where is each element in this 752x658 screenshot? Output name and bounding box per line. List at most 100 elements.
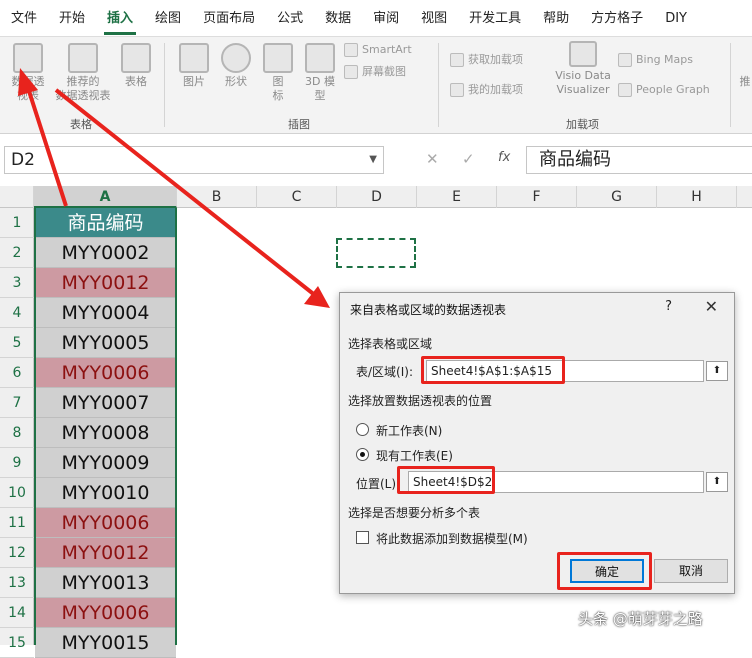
- column-header-d[interactable]: D: [337, 186, 417, 208]
- data-model-label[interactable]: 将此数据添加到数据模型(M): [376, 530, 528, 547]
- row-header[interactable]: 5: [0, 328, 34, 358]
- check-icon[interactable]: ✓: [462, 150, 475, 168]
- shapes-button[interactable]: 形状: [218, 43, 254, 89]
- range-collapse-icon[interactable]: ⬆: [706, 361, 728, 381]
- menu-file[interactable]: 文件: [0, 0, 48, 36]
- row-header[interactable]: 9: [0, 448, 34, 478]
- column-header-e[interactable]: E: [417, 186, 497, 208]
- row-header[interactable]: 2: [0, 238, 34, 268]
- column-header-a[interactable]: A: [34, 186, 177, 208]
- ribbon-separator: [730, 43, 731, 127]
- group-table-label: 表格: [70, 118, 92, 131]
- existing-sheet-radio[interactable]: [356, 448, 369, 461]
- menu-home[interactable]: 开始: [48, 0, 96, 36]
- pivot-table-button[interactable]: 数据透 视表: [6, 43, 50, 103]
- cell-a5[interactable]: MYY0005: [35, 328, 176, 358]
- function-icon[interactable]: fx: [498, 150, 510, 165]
- cell-a11[interactable]: MYY0006: [35, 508, 176, 538]
- cell-a2[interactable]: MYY0002: [35, 238, 176, 268]
- menu-view[interactable]: 视图: [410, 0, 458, 36]
- menu-formulas[interactable]: 公式: [266, 0, 314, 36]
- new-sheet-radio[interactable]: [356, 423, 369, 436]
- row-header[interactable]: 7: [0, 388, 34, 418]
- menu-fangfang[interactable]: 方方格子: [580, 0, 654, 36]
- existing-sheet-label[interactable]: 现有工作表(E): [376, 447, 453, 464]
- row-header[interactable]: 10: [0, 478, 34, 508]
- cell-a8[interactable]: MYY0008: [35, 418, 176, 448]
- data-model-checkbox[interactable]: [356, 531, 369, 544]
- cell-a9[interactable]: MYY0009: [35, 448, 176, 478]
- bing-maps-button[interactable]: Bing Maps: [618, 53, 693, 67]
- range-input[interactable]: Sheet4!$A$1:$A$15: [426, 360, 704, 382]
- row-header[interactable]: 14: [0, 598, 34, 628]
- location-input[interactable]: Sheet4!$D$2: [408, 471, 704, 493]
- row-header[interactable]: 11: [0, 508, 34, 538]
- menu-page-layout[interactable]: 页面布局: [192, 0, 266, 36]
- column-header-b[interactable]: B: [177, 186, 257, 208]
- screenshot-button[interactable]: 屏幕截图: [344, 65, 406, 79]
- 3d-model-button[interactable]: 3D 模 型: [300, 43, 340, 103]
- menu-help[interactable]: 帮助: [532, 0, 580, 36]
- people-graph-button[interactable]: People Graph: [618, 83, 710, 97]
- menu-review[interactable]: 审阅: [362, 0, 410, 36]
- smartart-button[interactable]: SmartArt: [344, 43, 412, 57]
- get-addins-button[interactable]: 获取加载项: [450, 53, 523, 67]
- cell-a14[interactable]: MYY0006: [35, 598, 176, 628]
- row-header[interactable]: 12: [0, 538, 34, 568]
- visio-label: Visio Data: [555, 69, 611, 82]
- column-header-f[interactable]: F: [497, 186, 577, 208]
- group-addins-label: 加载项: [566, 118, 599, 131]
- menu-insert[interactable]: 插入: [96, 0, 144, 36]
- new-sheet-label[interactable]: 新工作表(N): [376, 422, 442, 439]
- recommended-pivot-button[interactable]: 推荐的 数据透视表: [52, 43, 114, 103]
- cell-a6[interactable]: MYY0006: [35, 358, 176, 388]
- cancel-button[interactable]: 取消: [654, 559, 728, 583]
- rec-pivot-label: 推荐的: [66, 75, 100, 88]
- cell-a3[interactable]: MYY0012: [35, 268, 176, 298]
- cell-a7[interactable]: MYY0007: [35, 388, 176, 418]
- menu-draw[interactable]: 绘图: [144, 0, 192, 36]
- my-addins-button[interactable]: 我的加载项: [450, 83, 523, 97]
- row-header[interactable]: 8: [0, 418, 34, 448]
- more-button[interactable]: 推: [738, 75, 752, 89]
- visio-button[interactable]: Visio Data Visualizer: [552, 41, 614, 97]
- cell-a13[interactable]: MYY0013: [35, 568, 176, 598]
- row-header[interactable]: 13: [0, 568, 34, 598]
- cell-a1[interactable]: 商品编码: [35, 208, 176, 238]
- row-header[interactable]: 3: [0, 268, 34, 298]
- help-icon[interactable]: ?: [665, 299, 672, 314]
- table-button[interactable]: 表格: [118, 43, 154, 89]
- watermark: 头条 @萌芽芽之路: [578, 610, 703, 628]
- formula-input[interactable]: 商品编码: [526, 146, 752, 174]
- menu-data[interactable]: 数据: [314, 0, 362, 36]
- row-header[interactable]: 1: [0, 208, 34, 238]
- cell-a15[interactable]: MYY0015: [35, 628, 176, 658]
- cancel-icon[interactable]: ✕: [426, 150, 439, 168]
- cell-d2-marching-ants[interactable]: [336, 238, 416, 268]
- column-header-g[interactable]: G: [577, 186, 657, 208]
- group-illustrations-label: 插图: [288, 118, 310, 131]
- ok-button[interactable]: 确定: [570, 559, 644, 583]
- store-icon: [450, 53, 464, 67]
- chevron-down-icon[interactable]: ▼: [369, 147, 377, 173]
- pivot-table-icon: [13, 43, 43, 73]
- cell-a10[interactable]: MYY0010: [35, 478, 176, 508]
- cell-a4[interactable]: MYY0004: [35, 298, 176, 328]
- row-header[interactable]: 4: [0, 298, 34, 328]
- icons-button[interactable]: 图 标: [260, 43, 296, 103]
- column-header-c[interactable]: C: [257, 186, 337, 208]
- row-header[interactable]: 6: [0, 358, 34, 388]
- pivot-label-2: 视表: [17, 89, 39, 102]
- picture-icon: [179, 43, 209, 73]
- select-all-corner[interactable]: [0, 186, 34, 208]
- cell-a12[interactable]: MYY0012: [35, 538, 176, 568]
- location-collapse-icon[interactable]: ⬆: [706, 472, 728, 492]
- row-header[interactable]: 15: [0, 628, 34, 658]
- menu-diy[interactable]: DIY: [654, 0, 698, 36]
- shapes-icon: [221, 43, 251, 73]
- close-icon[interactable]: ✕: [705, 297, 718, 316]
- name-box[interactable]: D2 ▼: [4, 146, 384, 174]
- menu-developer[interactable]: 开发工具: [458, 0, 532, 36]
- column-header-h[interactable]: H: [657, 186, 737, 208]
- picture-button[interactable]: 图片: [176, 43, 212, 89]
